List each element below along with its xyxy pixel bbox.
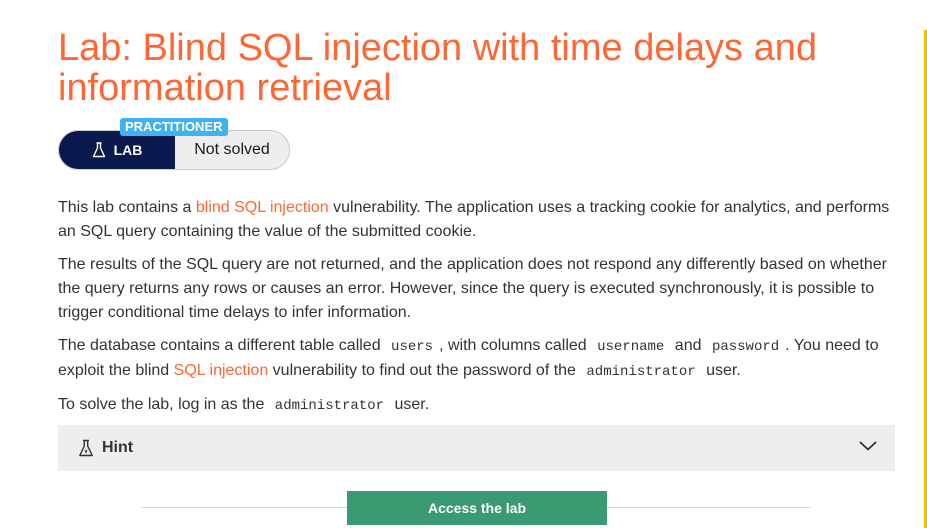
status-text: Not solved xyxy=(194,141,270,158)
lab-label: LAB xyxy=(113,142,143,158)
lab-page: Lab: Blind SQL injection with time delay… xyxy=(0,0,927,528)
page-title: Lab: Blind SQL injection with time delay… xyxy=(58,27,818,109)
description-paragraph-4: To solve the lab, log in as the administ… xyxy=(58,396,430,414)
flask-icon xyxy=(92,142,106,158)
flask-icon xyxy=(78,439,94,457)
lab-description: This lab contains a blind SQL injection … xyxy=(58,196,900,427)
description-paragraph-1: This lab contains a blind SQL injection … xyxy=(58,199,890,240)
code-administrator-2: administrator xyxy=(274,398,385,414)
chevron-down-icon[interactable] xyxy=(859,439,877,457)
blind-sql-injection-link[interactable]: blind SQL injection xyxy=(196,199,329,216)
lab-status-widget: PRACTITIONER LAB Not solved xyxy=(58,118,290,170)
code-password: password xyxy=(711,339,780,355)
code-administrator: administrator xyxy=(586,364,696,380)
description-paragraph-2: The results of the SQL query are not ret… xyxy=(58,256,887,321)
description-paragraph-3: The database contains a different table … xyxy=(58,337,879,380)
lab-status-pill: LAB Not solved xyxy=(58,130,290,170)
code-users: users xyxy=(391,339,434,355)
lab-label-segment: LAB xyxy=(59,131,175,169)
access-lab-button[interactable]: Access the lab xyxy=(347,491,607,525)
sql-injection-link[interactable]: SQL injection xyxy=(174,362,269,379)
level-badge: PRACTITIONER xyxy=(120,118,228,136)
hint-toggle[interactable]: Hint xyxy=(58,425,895,471)
hint-label: Hint xyxy=(102,439,134,456)
code-username: username xyxy=(597,339,665,355)
